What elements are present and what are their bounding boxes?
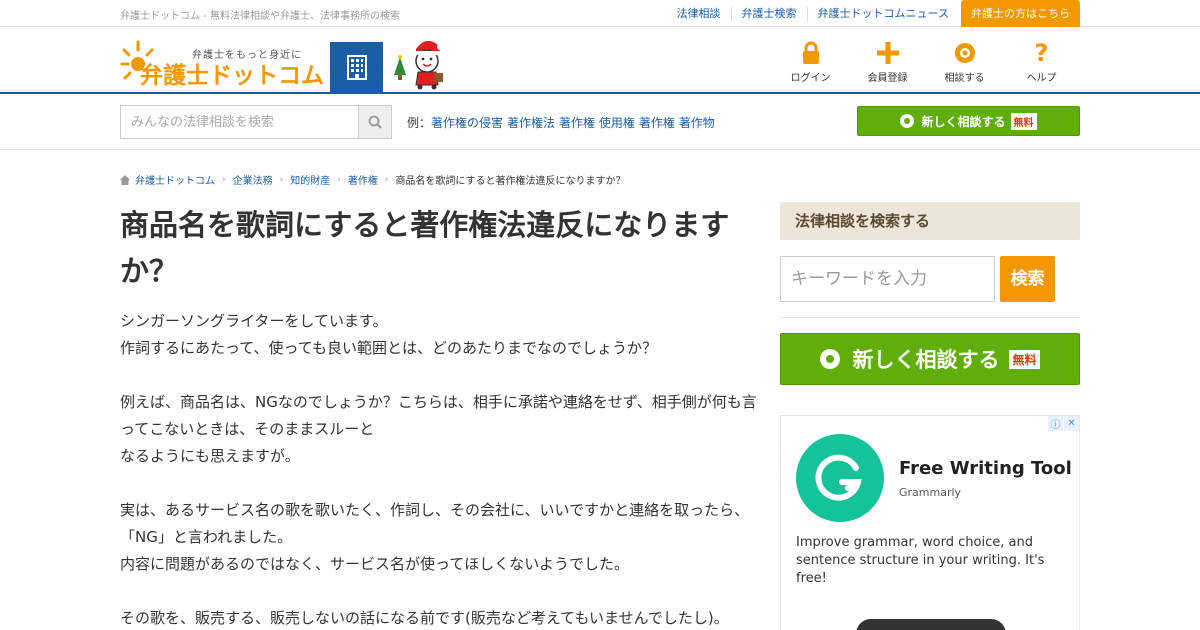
site-tagline: 弁護士ドットコム - 無料法律相談や弁護士、法律事務所の検索 [120,11,400,22]
sidebar-divider [780,317,1080,318]
new-consultation-button[interactable]: 新しく相談する 無料 [780,333,1080,385]
example-link[interactable]: 著作権法 [507,116,555,130]
question-icon: ? [1034,39,1049,67]
new-consultation-label: 新しく相談する [852,348,1000,372]
consult-bubble-icon [900,114,915,128]
site-header: 弁護士をもっと身近に 弁護士ドットコム ログイン 会員登録 相談する ? ヘルプ [0,27,1200,94]
link-legal-consultation[interactable]: 法律相談 [667,7,731,21]
page-title: 商品名を歌詞にすると著作権法違反になりますか？ [120,208,730,288]
search-strip: 例：著作権の侵害著作権法著作権 使用権著作権 著作物 新しく相談する 無料 [0,94,1200,150]
advertisement[interactable]: ⓘ ✕ Free Writing Tool Grammarly Improve … [780,415,1080,630]
consultation-search-box [120,105,392,139]
breadcrumb-item[interactable]: 企業法務 [233,172,273,187]
ad-close-icon[interactable]: ✕ [1064,416,1079,431]
nav-register-label: 会員登録 [867,73,908,84]
sidebar-search-button[interactable]: 検索 [1000,256,1055,302]
breadcrumb-item[interactable]: 著作権 [348,172,378,187]
home-icon [120,174,130,185]
link-lawyer-search[interactable]: 弁護士検索 [730,6,807,21]
breadcrumb-separator: › [384,174,389,185]
for-lawyers-button[interactable]: 弁護士の方はこちら [961,0,1080,27]
keyword-input[interactable] [780,256,995,302]
header-nav: ログイン 会員登録 相談する ? ヘルプ [772,39,1080,84]
new-consultation-label: 新しく相談する [921,114,1006,129]
logo-wordmark: 弁護士ドットコム [140,63,324,89]
ad-cta-button[interactable] [856,619,1006,630]
breadcrumb-separator: › [337,174,341,185]
breadcrumb-item[interactable]: 弁護士ドットコム [135,172,215,187]
ad-description: Improve grammar, word choice, and senten… [796,535,1045,586]
new-consultation-button-header[interactable]: 新しく相談する 無料 [857,106,1080,136]
example-link[interactable]: 著作権 使用権 [559,116,635,130]
search-examples: 例：著作権の侵害 著作権法 著作権 使用権 著作権 著作物 [407,114,719,131]
free-badge: 無料 [1010,112,1037,130]
building-button[interactable] [330,42,383,92]
nav-help[interactable]: ? ヘルプ [1003,39,1080,84]
example-link[interactable]: 著作権の侵害 [431,116,503,130]
sidebar-search-heading: 法律相談を検索する [780,202,1080,240]
consult-icon [954,43,975,63]
consultation-search-input[interactable] [121,106,357,138]
ad-info-icon[interactable]: ⓘ [1048,416,1063,431]
breadcrumb: 弁護士ドットコム › 企業法務 › 知的財産 › 著作権 › 商品名を歌詞にする… [120,150,1080,192]
breadcrumb-separator: › [222,174,226,185]
article: 商品名を歌詞にすると著作権法違反になりますか？ シンガーソングライターをしていま… [120,202,760,630]
search-submit-button[interactable] [358,106,391,138]
main-area: 商品名を歌詞にすると著作権法違反になりますか？ シンガーソングライターをしていま… [120,192,1080,630]
sidebar: 法律相談を検索する 検索 新しく相談する 無料 ⓘ ✕ Free Writing… [780,202,1080,630]
lock-icon [802,41,819,64]
site-logo[interactable]: 弁護士をもっと身近に 弁護士ドットコム [120,32,324,89]
nav-consult[interactable]: 相談する [926,39,1003,84]
building-icon [346,55,367,80]
breadcrumb-current: 商品名を歌詞にすると著作権法違反になりますか？ [395,176,626,187]
top-utility-bar: 弁護士ドットコム - 無料法律相談や弁護士、法律事務所の検索 法律相談 弁護士検… [0,0,1200,27]
consult-bubble-icon [820,349,841,369]
nav-login[interactable]: ログイン [772,39,849,84]
nav-register[interactable]: 会員登録 [849,39,926,84]
example-link[interactable]: 著作権 著作物 [639,116,715,130]
ad-controls: ⓘ ✕ [1047,416,1079,431]
article-body: シンガーソングライターをしています。 作詞するにあたって、使っても良い範囲とは、… [120,312,757,627]
free-badge: 無料 [1009,349,1040,369]
link-news[interactable]: 弁護士ドットコムニュース [806,6,959,21]
breadcrumb-separator: › [279,174,284,185]
nav-help-label: ヘルプ [1026,73,1057,84]
plus-icon [876,42,899,64]
breadcrumb-item[interactable]: 知的財産 [290,172,330,187]
examples-label: 例： [407,116,432,130]
sidebar-search: 検索 [780,256,1080,302]
grammarly-logo-icon [796,434,884,522]
nav-login-label: ログイン [790,73,831,84]
santa-mascot-icon [394,40,443,90]
ad-brand: Grammarly [899,486,962,499]
top-links: 法律相談 弁護士検索 弁護士ドットコムニュース 弁護士の方はこちら [667,0,1080,27]
nav-consult-label: 相談する [944,73,985,84]
ad-title[interactable]: Free Writing Tool [899,458,1072,479]
search-icon [368,115,382,129]
